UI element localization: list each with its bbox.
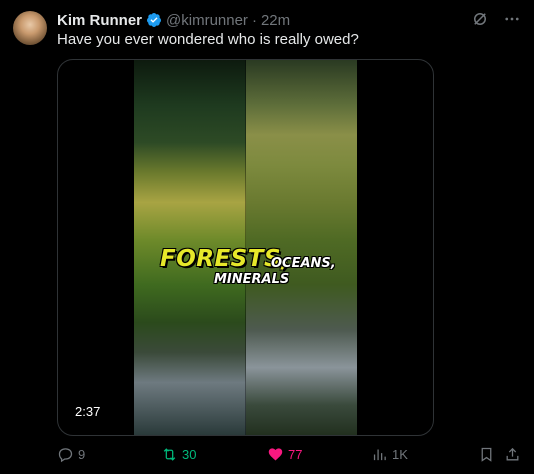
retweet-count: 30: [182, 447, 197, 462]
tweet-actions: 9 30 77 1K: [57, 446, 522, 466]
separator-dot: ·: [251, 11, 257, 29]
share-button[interactable]: [504, 446, 521, 463]
share-icon: [506, 447, 519, 461]
more-icon[interactable]: [502, 9, 522, 29]
author-name[interactable]: Kim Runner: [57, 12, 142, 29]
like-count: 77: [288, 447, 303, 462]
video-caption-minerals: MINERALS: [214, 272, 290, 287]
grok-icon[interactable]: [470, 9, 490, 29]
video-player[interactable]: FORESTS, OCEANS, MINERALS 2:37: [57, 59, 434, 436]
author-handle[interactable]: @kimrunner: [166, 12, 248, 29]
reply-button[interactable]: 9: [57, 446, 85, 463]
like-button[interactable]: 77: [267, 446, 302, 463]
heart-icon: [268, 448, 283, 461]
reply-count: 9: [78, 447, 86, 462]
retweet-icon: [163, 448, 176, 461]
views-button[interactable]: 1K: [371, 446, 408, 463]
post-time[interactable]: 22m: [261, 12, 290, 29]
bookmark-button[interactable]: [478, 446, 495, 463]
tweet-header: Kim Runner @kimrunner · 22m: [57, 11, 474, 29]
video-caption-oceans: OCEANS,: [271, 256, 336, 271]
avatar[interactable]: [13, 11, 47, 45]
views-icon: [373, 449, 386, 461]
bookmark-icon: [481, 447, 492, 462]
tweet-text: Have you ever wondered who is really owe…: [57, 31, 359, 48]
views-count: 1K: [392, 447, 408, 462]
tweet-top-icons: [470, 9, 522, 29]
video-frame[interactable]: FORESTS, OCEANS, MINERALS: [134, 60, 357, 435]
retweet-button[interactable]: 30: [161, 446, 196, 463]
video-duration: 2:37: [75, 404, 101, 419]
verified-badge-icon: [146, 12, 162, 28]
reply-icon: [58, 448, 73, 463]
